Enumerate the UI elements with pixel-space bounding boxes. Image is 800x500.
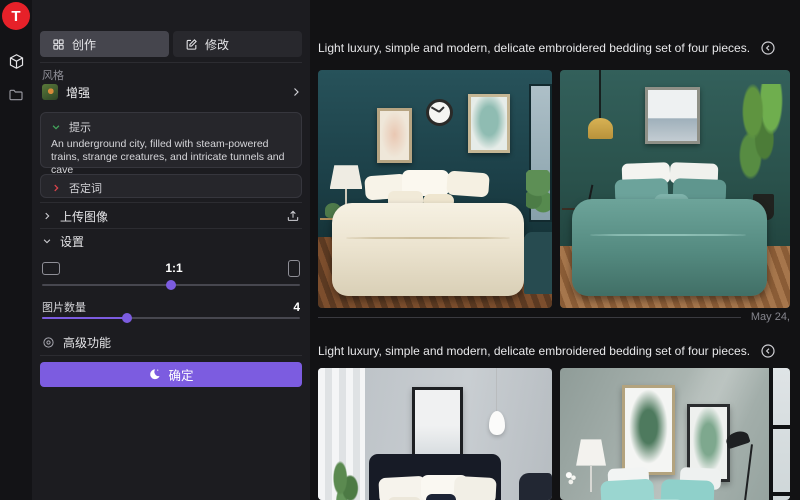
prompt-label: 提示 xyxy=(69,119,91,135)
confirm-button[interactable]: 确定 xyxy=(40,362,302,387)
style-section-label: 风格 xyxy=(42,67,64,83)
prompt-text[interactable]: An underground city, filled with steam-p… xyxy=(41,138,301,177)
reuse-arrow-icon[interactable] xyxy=(760,40,776,56)
generation-caption: Light luxury, simple and modern, delicat… xyxy=(318,40,776,56)
prompt-card[interactable]: 提示 An underground city, filled with stea… xyxy=(40,112,302,168)
upload-section[interactable]: 上传图像 xyxy=(42,206,300,226)
edit-icon xyxy=(185,38,198,51)
folder-icon[interactable] xyxy=(7,86,25,104)
style-value: 增强 xyxy=(66,84,282,101)
tab-create-label: 创作 xyxy=(72,36,96,53)
caption-text: Light luxury, simple and modern, delicat… xyxy=(318,41,750,55)
logo[interactable]: T xyxy=(2,2,30,30)
upload-icon[interactable] xyxy=(286,209,300,223)
tab-create[interactable]: 创作 xyxy=(40,31,169,57)
nav-rail: T xyxy=(0,0,32,500)
cube-icon[interactable] xyxy=(7,52,25,70)
image-count-slider[interactable] xyxy=(42,313,300,323)
bedroom-photo-teal xyxy=(560,70,790,308)
chevron-right-icon xyxy=(290,86,302,98)
settings-label: 设置 xyxy=(60,233,84,250)
aspect-ratio-value: 1:1 xyxy=(68,261,280,275)
chevron-down-icon xyxy=(51,122,61,132)
settings-section[interactable]: 设置 xyxy=(42,232,300,250)
image-row xyxy=(318,70,790,308)
tab-modify[interactable]: 修改 xyxy=(173,31,302,57)
divider xyxy=(40,202,302,203)
portrait-ratio-icon[interactable] xyxy=(288,260,300,277)
date-divider: May 24, xyxy=(318,311,790,323)
chevron-down-icon xyxy=(42,236,52,246)
image-count-value: 4 xyxy=(293,300,300,314)
generation-caption: Light luxury, simple and modern, delicat… xyxy=(318,343,776,359)
control-panel: 创作 修改 风格 增强 提示 An underground city, fill… xyxy=(32,0,310,500)
bedroom-photo-cream-gray xyxy=(318,368,552,500)
negative-card[interactable]: 否定词 xyxy=(40,174,302,198)
chevron-right-icon xyxy=(42,211,52,221)
slider-thumb[interactable] xyxy=(122,313,132,323)
advanced-label: 高级功能 xyxy=(63,334,111,351)
date-label: May 24, xyxy=(751,311,790,323)
bedroom-photo-aqua xyxy=(560,368,790,500)
generated-image-1[interactable] xyxy=(318,70,552,308)
aspect-ratio-slider[interactable] xyxy=(42,280,300,290)
prompt-header[interactable]: 提示 xyxy=(41,113,301,138)
confirm-button-label: 确定 xyxy=(168,365,193,384)
logo-letter: T xyxy=(11,8,20,25)
reuse-arrow-icon[interactable] xyxy=(760,343,776,359)
slider-fill xyxy=(42,317,127,319)
mode-tabs: 创作 修改 xyxy=(40,31,302,57)
landscape-ratio-icon[interactable] xyxy=(42,262,60,275)
image-row xyxy=(318,368,790,500)
style-thumbnail xyxy=(42,84,58,100)
grid-icon xyxy=(52,38,65,51)
divider xyxy=(40,228,302,229)
negative-label: 否定词 xyxy=(69,180,102,196)
upload-label: 上传图像 xyxy=(60,208,278,225)
moon-sparkle-icon xyxy=(148,368,161,381)
eye-icon xyxy=(42,336,55,349)
gallery: Light luxury, simple and modern, delicat… xyxy=(310,0,800,500)
tab-modify-label: 修改 xyxy=(205,36,229,53)
bedroom-photo-cream-teal xyxy=(318,70,552,308)
advanced-section[interactable]: 高级功能 xyxy=(42,333,300,351)
divider xyxy=(40,62,302,63)
divider xyxy=(40,355,302,356)
negative-header[interactable]: 否定词 xyxy=(41,175,301,201)
slider-thumb[interactable] xyxy=(166,280,176,290)
aspect-ratio-row: 1:1 xyxy=(42,258,300,278)
style-selector[interactable]: 增强 xyxy=(42,82,302,102)
generated-image-2[interactable] xyxy=(560,70,790,308)
caption-text: Light luxury, simple and modern, delicat… xyxy=(318,344,750,358)
chevron-right-icon xyxy=(51,183,61,193)
divider-line xyxy=(318,317,741,318)
generated-image-4[interactable] xyxy=(560,368,790,500)
generated-image-3[interactable] xyxy=(318,368,552,500)
